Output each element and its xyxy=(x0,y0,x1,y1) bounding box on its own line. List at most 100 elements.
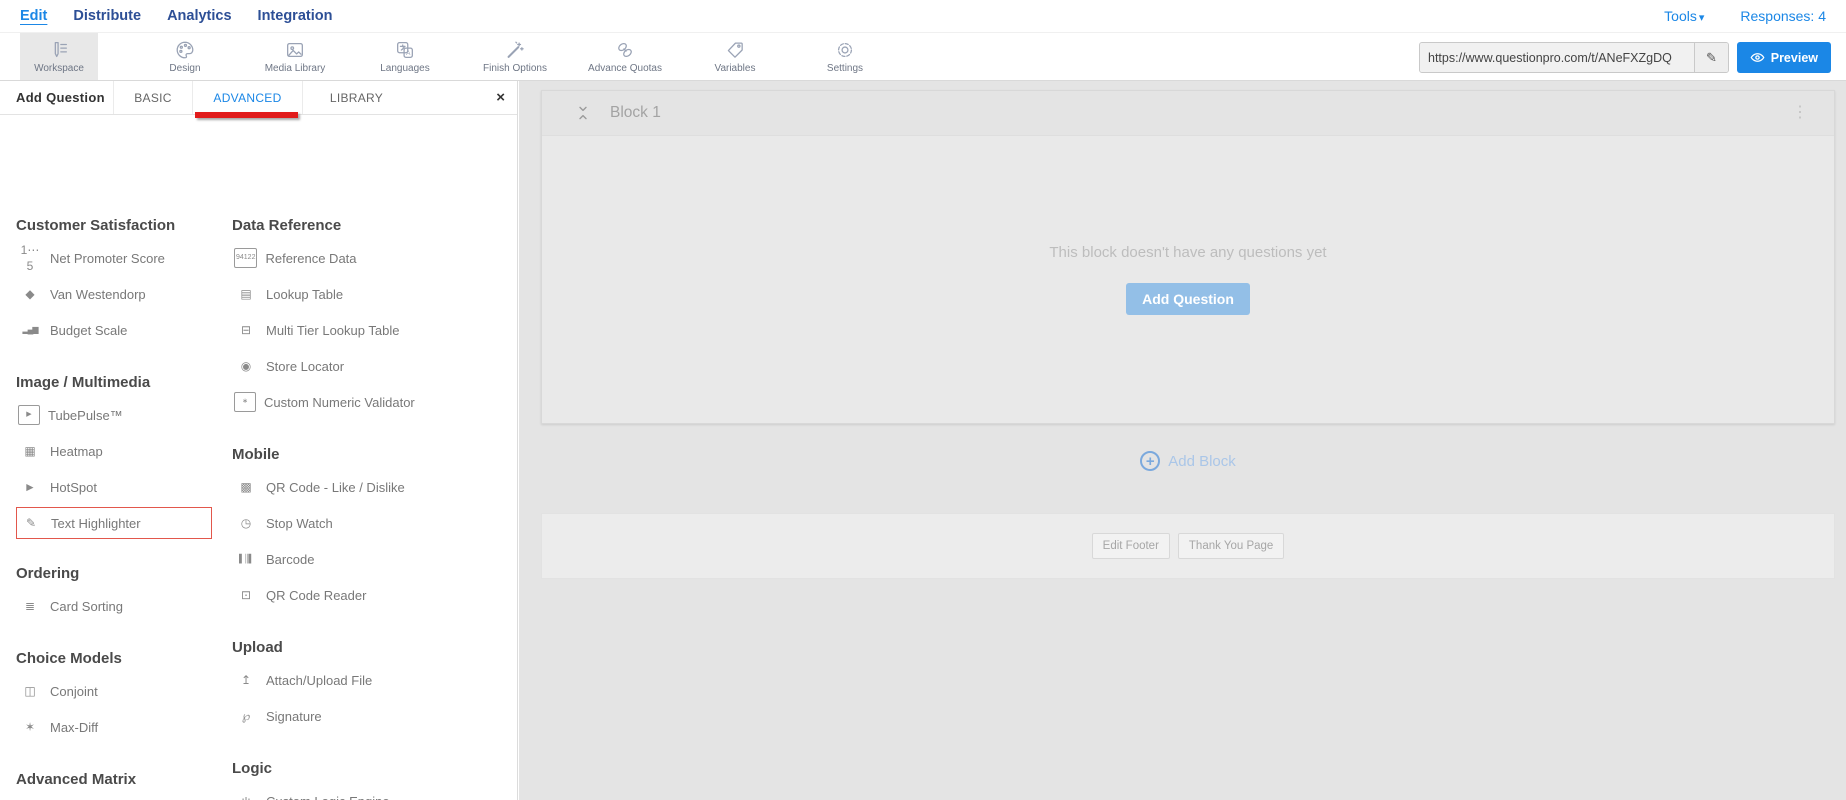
block-header: Block 1 ⋮ xyxy=(542,91,1834,136)
question-type-conjoint[interactable]: ◫ Conjoint xyxy=(16,673,224,709)
survey-canvas: Block 1 ⋮ This block doesn't have any qu… xyxy=(519,81,1846,800)
section-title-customer-satisfaction: Customer Satisfaction xyxy=(16,217,176,234)
survey-url-input[interactable] xyxy=(1420,43,1694,72)
section-title-image-multimedia: Image / Multimedia xyxy=(16,374,151,391)
eye-icon xyxy=(1750,53,1765,62)
question-type-reference-data[interactable]: 94122 Reference Data xyxy=(232,240,510,276)
question-type-label: Van Westendorp xyxy=(50,286,146,302)
stopwatch-icon: ◷ xyxy=(240,516,252,530)
tab-advanced[interactable]: ADVANCED xyxy=(192,81,302,118)
toolbar-item-settings[interactable]: Settings xyxy=(790,33,900,80)
preview-button[interactable]: Preview xyxy=(1736,42,1831,73)
question-type-budget-scale[interactable]: ▂▄▆ Budget Scale xyxy=(16,312,224,348)
question-type-label: Stop Watch xyxy=(266,515,333,531)
question-type-label: Attach/Upload File xyxy=(266,672,373,688)
caret-down-icon: ▾ xyxy=(1698,12,1705,24)
toolbar-item-languages[interactable]: A Languages xyxy=(350,33,460,80)
add-question-panel: Add Question BASIC ADVANCED LIBRARY × Cu… xyxy=(0,81,518,800)
edit-url-button[interactable]: ✎ xyxy=(1694,43,1728,72)
tools-menu[interactable]: Tools ▾ xyxy=(1664,8,1704,24)
cursor-icon: ► xyxy=(24,480,36,494)
toolbar-item-finish-options[interactable]: Finish Options xyxy=(460,33,570,80)
question-type-custom-numeric-validator[interactable]: ∗ Custom Numeric Validator xyxy=(232,384,510,420)
question-type-label: Multi Tier Lookup Table xyxy=(266,322,400,338)
question-type-stop-watch[interactable]: ◷ Stop Watch xyxy=(232,505,510,541)
nav-integration[interactable]: Integration xyxy=(258,8,333,24)
question-type-qr-code-reader[interactable]: ⊡ QR Code Reader xyxy=(232,577,510,613)
toolbar-item-workspace[interactable]: Workspace xyxy=(20,33,98,80)
upload-icon: ↥ xyxy=(240,673,252,687)
question-type-van-westendorp[interactable]: ◆ Van Westendorp xyxy=(16,276,224,312)
net-promoter-score-icon: 1⋯5 xyxy=(20,243,40,273)
section-title-choice-models: Choice Models xyxy=(16,650,122,667)
stacked-dropdown-icon: ⊟ xyxy=(240,323,252,337)
toolbar-item-media-library[interactable]: Media Library xyxy=(240,33,350,80)
svg-text:A: A xyxy=(406,50,411,57)
question-type-qr-code-like-dislike[interactable]: ▩ QR Code - Like / Dislike xyxy=(232,469,510,505)
collapse-block-icon[interactable] xyxy=(574,104,592,122)
question-type-store-locator[interactable]: ◉ Store Locator xyxy=(232,348,510,384)
panel-tabs: Add Question BASIC ADVANCED LIBRARY × xyxy=(0,81,517,118)
question-type-heatmap[interactable]: ▦ Heatmap xyxy=(16,433,224,469)
question-type-multi-tier-lookup-table[interactable]: ⊟ Multi Tier Lookup Table xyxy=(232,312,510,348)
question-type-label: Store Locator xyxy=(266,358,345,374)
question-type-side-by-side-matrix[interactable]: ∷Side-By-Side Matrix xyxy=(16,794,224,800)
highlighter-pen-icon: ✎ xyxy=(25,516,37,530)
zipcode-box-icon: 94122 xyxy=(234,248,258,268)
question-type-label: Card Sorting xyxy=(50,598,123,614)
responses-count[interactable]: Responses: 4 xyxy=(1740,8,1826,24)
toolbar-item-label: Languages xyxy=(380,63,430,74)
heatmap-icon: ▦ xyxy=(24,444,36,458)
question-type-label: Heatmap xyxy=(50,443,103,459)
block-panel: Block 1 ⋮ This block doesn't have any qu… xyxy=(541,90,1835,424)
toolbar-item-advance-quotas[interactable]: Advance Quotas xyxy=(570,33,680,80)
question-type-custom-logic-engine[interactable]: ψ Custom Logic Engine xyxy=(232,783,510,800)
toolbar-item-variables[interactable]: Variables xyxy=(680,33,790,80)
add-block-button[interactable]: + Add Block xyxy=(541,451,1835,471)
section-title-ordering: Ordering xyxy=(16,565,80,582)
question-type-label: Lookup Table xyxy=(266,286,344,302)
tab-basic[interactable]: BASIC xyxy=(113,81,192,114)
question-type-max-diff[interactable]: ✶ Max-Diff xyxy=(16,709,224,745)
toolbar-item-design[interactable]: Design xyxy=(130,33,240,80)
image-icon xyxy=(287,42,303,58)
bar-chart-icon: ▂▄▆ xyxy=(22,325,39,334)
nav-analytics[interactable]: Analytics xyxy=(167,8,231,24)
block-title[interactable]: Block 1 xyxy=(610,104,661,122)
lookup-table-icon: ▤ xyxy=(240,287,252,301)
nav-edit[interactable]: Edit xyxy=(20,8,47,24)
question-type-text-highlighter[interactable]: ✎ Text Highlighter xyxy=(16,507,212,539)
add-block-label: Add Block xyxy=(1168,452,1236,470)
question-type-label: TubePulse™ xyxy=(48,407,123,423)
question-type-barcode[interactable]: ▌║▌ Barcode xyxy=(232,541,510,577)
nav-distribute[interactable]: Distribute xyxy=(73,8,141,24)
section-title-mobile: Mobile xyxy=(232,446,280,463)
question-type-attach-upload-file[interactable]: ↥ Attach/Upload File xyxy=(232,662,510,698)
qr-reader-icon: ⊡ xyxy=(240,588,252,602)
edit-footer-button[interactable]: Edit Footer xyxy=(1091,533,1170,559)
signature-icon: ℘ xyxy=(241,709,251,723)
questionpro-survey-editor: Edit Distribute Analytics Integration To… xyxy=(0,0,1846,800)
thank-you-page-button[interactable]: Thank You Page xyxy=(1177,533,1285,559)
question-type-tubepulse[interactable]: ▶ TubePulse™ xyxy=(16,397,224,433)
empty-block-message: This block doesn't have any questions ye… xyxy=(1049,244,1327,261)
question-type-net-promoter-score[interactable]: 1⋯5 Net Promoter Score xyxy=(16,240,224,276)
qr-code-icon: ▩ xyxy=(240,480,252,494)
pencil-icon: ✎ xyxy=(1706,49,1717,65)
block-menu-icon[interactable]: ⋮ xyxy=(1792,105,1808,121)
magic-wand-icon: ✶ xyxy=(24,720,36,734)
question-type-card-sorting[interactable]: ≣ Card Sorting xyxy=(16,588,224,624)
branch-icon: ψ xyxy=(234,793,258,800)
toolbar-item-label: Design xyxy=(169,63,201,74)
block-body: This block doesn't have any questions ye… xyxy=(542,136,1834,423)
chain-links-icon xyxy=(618,42,632,58)
add-question-button[interactable]: Add Question xyxy=(1126,283,1250,315)
question-type-signature[interactable]: ℘ Signature xyxy=(232,698,510,734)
tab-library[interactable]: LIBRARY xyxy=(302,81,410,114)
question-type-lookup-table[interactable]: ▤ Lookup Table xyxy=(232,276,510,312)
question-type-hotspot[interactable]: ► HotSpot xyxy=(16,469,224,505)
question-type-label: Conjoint xyxy=(50,683,98,699)
toolbar-item-label: Finish Options xyxy=(483,63,547,74)
close-icon[interactable]: × xyxy=(496,88,505,108)
toolbar-item-label: Media Library xyxy=(264,63,326,74)
